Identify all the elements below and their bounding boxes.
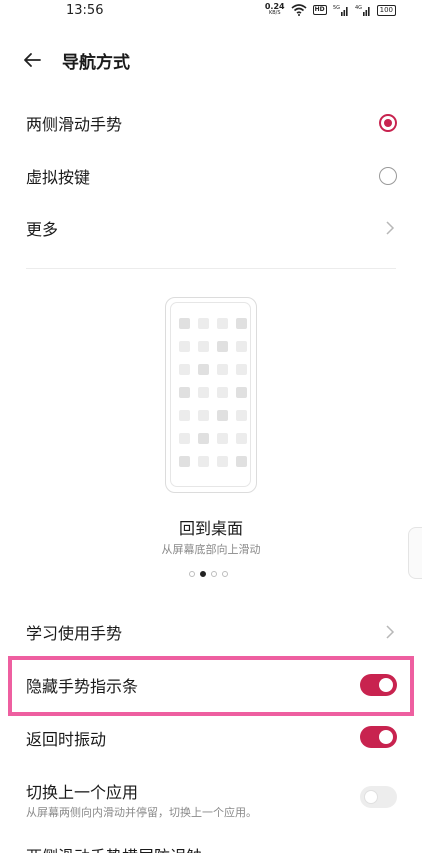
pager-dot[interactable] (211, 571, 217, 577)
back-vibrate-row[interactable]: 返回时振动 (0, 712, 422, 764)
option-more[interactable]: 更多 (0, 202, 422, 254)
signal-5g-icon: 5G (333, 5, 348, 16)
switch-prev-app-row[interactable]: 切换上一个应用 (0, 771, 422, 833)
network-speed-value: 0.24 (264, 2, 285, 11)
app-icon-placeholder (198, 410, 209, 421)
battery-indicator: 100 (376, 4, 396, 16)
status-icons: 0.24 KB/S HD 5G 4G 100 (265, 3, 396, 17)
back-arrow-icon (24, 53, 41, 67)
option-label: 两侧滑动手势 (26, 115, 123, 134)
app-icon-placeholder (236, 456, 247, 467)
app-icon-placeholder (236, 341, 247, 352)
page-title: 导航方式 (62, 53, 130, 73)
chevron-right-icon (386, 625, 395, 639)
pager-dot[interactable] (189, 571, 195, 577)
app-icon-placeholder (179, 341, 190, 352)
pager-dot-active[interactable] (200, 571, 206, 577)
pager-dot[interactable] (222, 571, 228, 577)
radio-unselected[interactable] (379, 167, 397, 185)
app-icon-placeholder (217, 456, 228, 467)
app-icon-placeholder (217, 318, 228, 329)
app-icon-placeholder (179, 410, 190, 421)
switch-prev-app-label: 切换上一个应用 (26, 783, 139, 802)
radio-selected[interactable] (379, 114, 397, 132)
back-vibrate-toggle[interactable] (360, 726, 397, 748)
switch-prev-app-description: 从屏幕两侧向内滑动并停留，切换上一个应用。 (26, 806, 257, 819)
app-icon-placeholder (236, 410, 247, 421)
learn-gestures-label: 学习使用手势 (26, 624, 123, 643)
app-icon-placeholder (236, 387, 247, 398)
app-icon-placeholder (179, 387, 190, 398)
app-icon-placeholder (198, 341, 209, 352)
option-label: 虚拟按键 (26, 168, 91, 187)
back-vibrate-label: 返回时振动 (26, 730, 107, 749)
svg-text:5G: 5G (333, 5, 340, 11)
demo-title: 回到桌面 (178, 519, 243, 538)
section-divider (26, 268, 396, 269)
back-button[interactable] (20, 48, 44, 72)
app-icon-placeholder (217, 341, 228, 352)
app-icon-placeholder (236, 364, 247, 375)
app-icon-placeholder (217, 433, 228, 444)
app-icon-placeholder (179, 456, 190, 467)
app-icon-placeholder (198, 433, 209, 444)
app-icon-placeholder (217, 387, 228, 398)
header: 导航方式 (0, 40, 422, 80)
app-icon-placeholder (179, 318, 190, 329)
highlight-annotation (8, 656, 414, 716)
option-label: 更多 (26, 220, 59, 239)
app-icon-placeholder (217, 410, 228, 421)
app-icon-placeholder (179, 433, 190, 444)
app-icon-placeholder (236, 318, 247, 329)
network-speed: 0.24 KB/S (265, 3, 285, 17)
app-icon-placeholder (217, 364, 228, 375)
network-speed-unit: KB/S (268, 10, 281, 16)
side-scroll-handle[interactable] (408, 527, 422, 579)
option-two-side-gesture[interactable]: 两侧滑动手势 (0, 97, 422, 149)
hd-voice-badge: HD (312, 5, 327, 15)
pager-dots[interactable] (189, 571, 228, 577)
switch-prev-app-toggle[interactable] (360, 786, 397, 808)
learn-gestures-row[interactable]: 学习使用手势 (0, 606, 422, 658)
app-icon-placeholder (198, 387, 209, 398)
wifi-icon (291, 4, 307, 16)
signal-4g-icon: 4G (355, 5, 370, 16)
phone-screen (170, 302, 251, 487)
option-virtual-keys[interactable]: 虚拟按键 (0, 150, 422, 202)
landscape-protect-label[interactable]: 两侧滑动手势横屏防误触 (26, 843, 202, 853)
demo-subtitle: 从屏幕底部向上滑动 (161, 543, 261, 556)
app-icon-placeholder (198, 318, 209, 329)
chevron-right-icon (386, 221, 395, 235)
svg-text:4G: 4G (355, 5, 362, 11)
status-bar: 13:56 0.24 KB/S HD 5G 4G 100 (0, 0, 422, 22)
status-time: 13:56 (66, 3, 104, 18)
app-icon-placeholder (236, 433, 247, 444)
app-icon-placeholder (179, 364, 190, 375)
app-icon-placeholder (198, 364, 209, 375)
phone-illustration (165, 297, 257, 493)
app-icon-placeholder (198, 456, 209, 467)
